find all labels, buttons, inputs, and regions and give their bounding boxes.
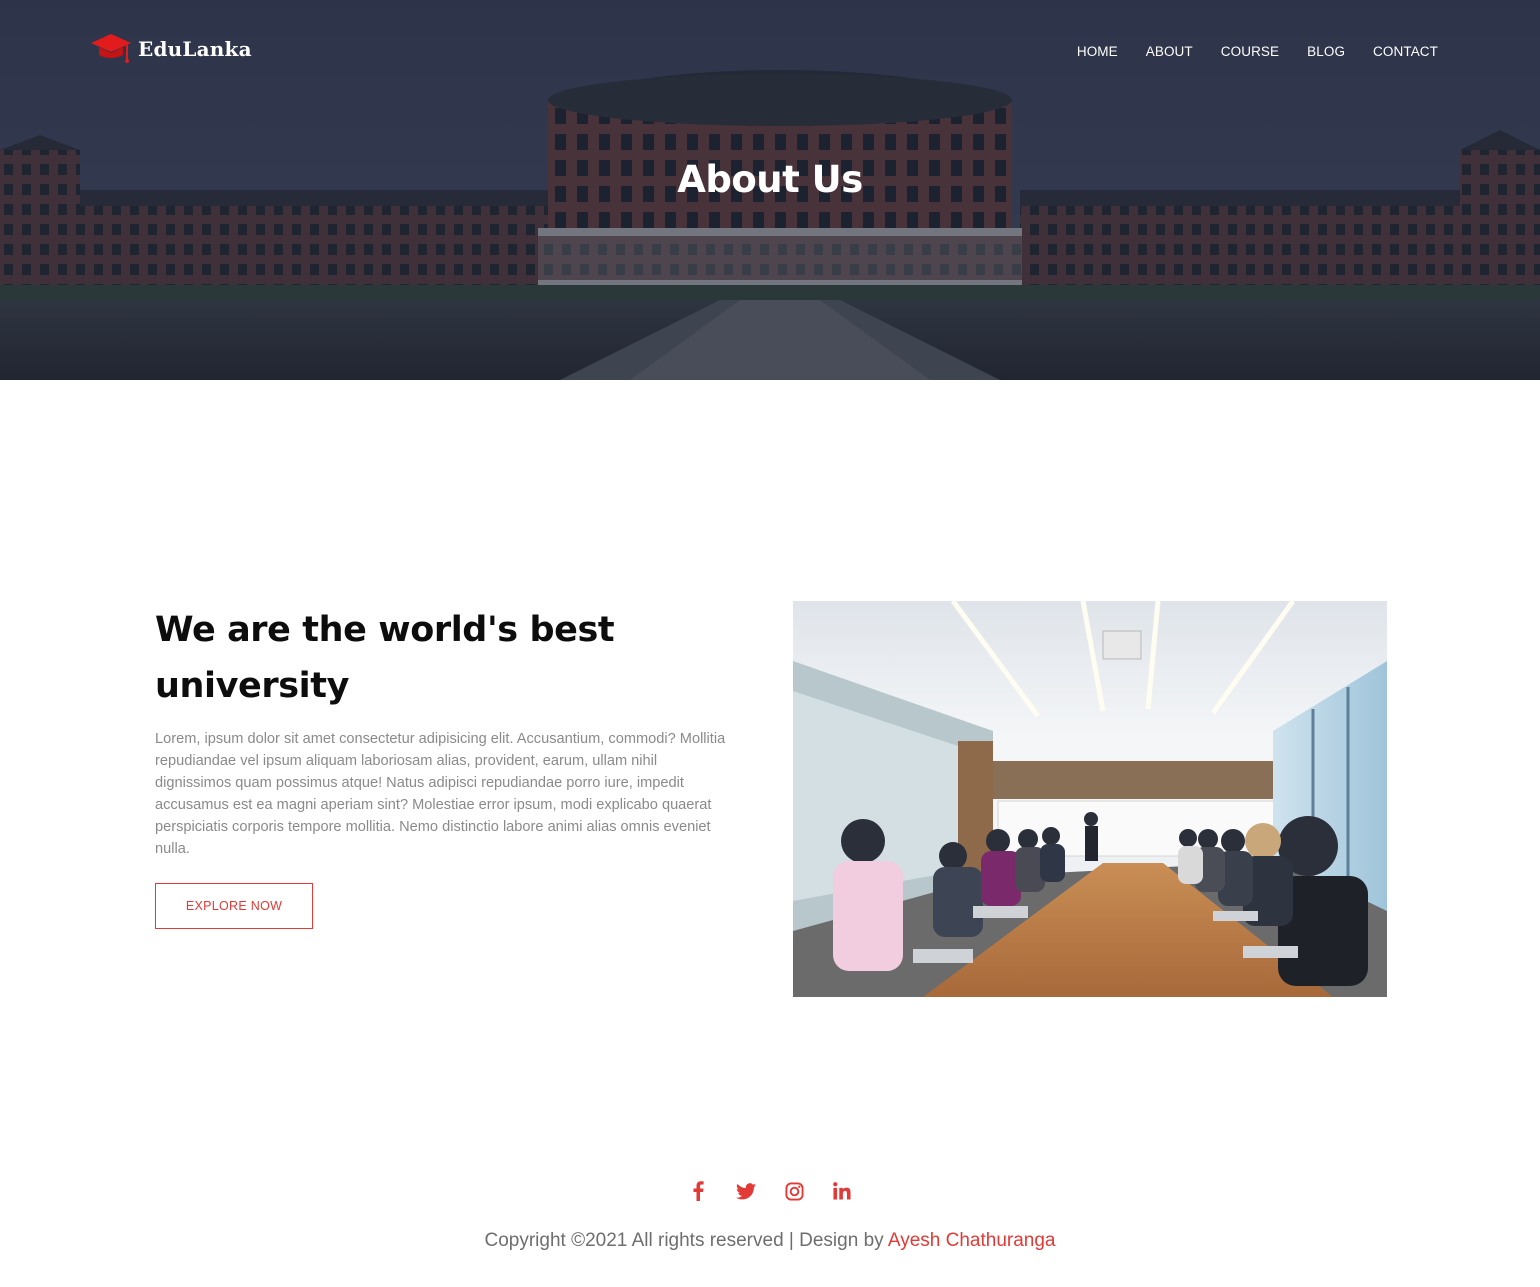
instagram-icon[interactable] xyxy=(783,1180,805,1202)
site-footer: Copyright ©2021 All rights reserved | De… xyxy=(0,1150,1540,1287)
about-heading: We are the world's best university xyxy=(155,610,615,706)
social-links xyxy=(0,1180,1540,1202)
meeting-room-photo xyxy=(793,601,1387,997)
nav-home[interactable]: HOME xyxy=(1077,44,1118,59)
nav-blog[interactable]: BLOG xyxy=(1307,44,1345,59)
nav-course[interactable]: COURSE xyxy=(1221,44,1279,59)
copyright-text: Copyright ©2021 All rights reserved | De… xyxy=(0,1230,1540,1252)
graduation-cap-icon xyxy=(91,34,131,63)
about-section: We are the world's best university Lorem… xyxy=(0,380,1540,1150)
about-text: Lorem, ipsum dolor sit amet consectetur … xyxy=(155,731,726,857)
brand-logo[interactable]: EduLanka xyxy=(90,30,252,68)
main-nav: HOME ABOUT COURSE BLOG CONTACT xyxy=(1077,44,1438,59)
facebook-icon[interactable] xyxy=(687,1180,709,1202)
copyright-prefix: Copyright ©2021 All rights reserved | De… xyxy=(484,1230,888,1251)
designer-link[interactable]: Ayesh Chathuranga xyxy=(888,1230,1056,1251)
linkedin-icon[interactable] xyxy=(831,1180,853,1202)
brand-name: EduLanka xyxy=(138,37,252,61)
page-title: About Us xyxy=(677,158,863,201)
nav-contact[interactable]: CONTACT xyxy=(1373,44,1438,59)
hero-banner: EduLanka HOME ABOUT COURSE BLOG CONTACT … xyxy=(0,0,1540,380)
explore-now-button[interactable]: EXPLORE NOW xyxy=(155,883,313,929)
twitter-icon[interactable] xyxy=(735,1180,757,1202)
nav-about[interactable]: ABOUT xyxy=(1146,44,1193,59)
